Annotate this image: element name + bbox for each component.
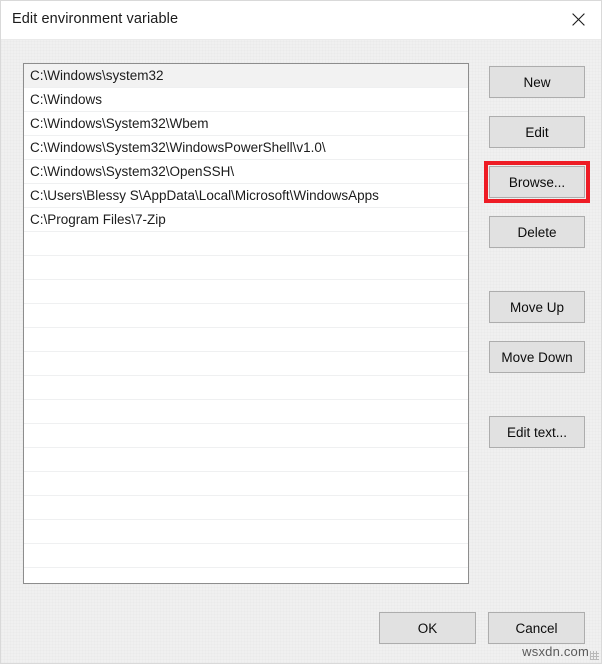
list-item[interactable]: C:\Users\Blessy S\AppData\Local\Microsof… [24,184,468,208]
list-item-empty[interactable] [24,472,468,496]
titlebar: Edit environment variable [1,1,601,40]
delete-button[interactable]: Delete [489,216,585,248]
watermark: wsxdn.com [522,644,589,659]
list-item-empty[interactable] [24,232,468,256]
browse-button[interactable]: Browse... [489,166,585,198]
edit-environment-variable-dialog: Edit environment variable C:\Windows\sys… [0,0,602,664]
close-button[interactable] [556,1,601,38]
move-up-button[interactable]: Move Up [489,291,585,323]
list-item-empty[interactable] [24,400,468,424]
edit-button[interactable]: Edit [489,116,585,148]
close-icon [572,13,585,26]
list-item[interactable]: C:\Windows\System32\OpenSSH\ [24,160,468,184]
list-item[interactable]: C:\Windows\system32 [24,64,468,88]
list-item-empty[interactable] [24,544,468,568]
list-item-empty[interactable] [24,448,468,472]
new-button[interactable]: New [489,66,585,98]
list-item[interactable]: C:\Windows [24,88,468,112]
watermark-dither-mark [590,651,599,660]
list-item-empty[interactable] [24,496,468,520]
list-item-empty[interactable] [24,424,468,448]
list-item-empty[interactable] [24,304,468,328]
list-item[interactable]: C:\Program Files\7-Zip [24,208,468,232]
ok-button[interactable]: OK [379,612,476,644]
window-title: Edit environment variable [12,11,179,27]
path-list-box[interactable]: C:\Windows\system32 C:\Windows C:\Window… [23,63,469,584]
list-item-empty[interactable] [24,328,468,352]
list-item-empty[interactable] [24,520,468,544]
list-item-empty[interactable] [24,352,468,376]
cancel-button[interactable]: Cancel [488,612,585,644]
list-item-empty[interactable] [24,256,468,280]
list-item[interactable]: C:\Windows\System32\Wbem [24,112,468,136]
list-item-empty[interactable] [24,376,468,400]
list-item[interactable]: C:\Windows\System32\WindowsPowerShell\v1… [24,136,468,160]
move-down-button[interactable]: Move Down [489,341,585,373]
list-item-empty[interactable] [24,280,468,304]
edit-text-button[interactable]: Edit text... [489,416,585,448]
